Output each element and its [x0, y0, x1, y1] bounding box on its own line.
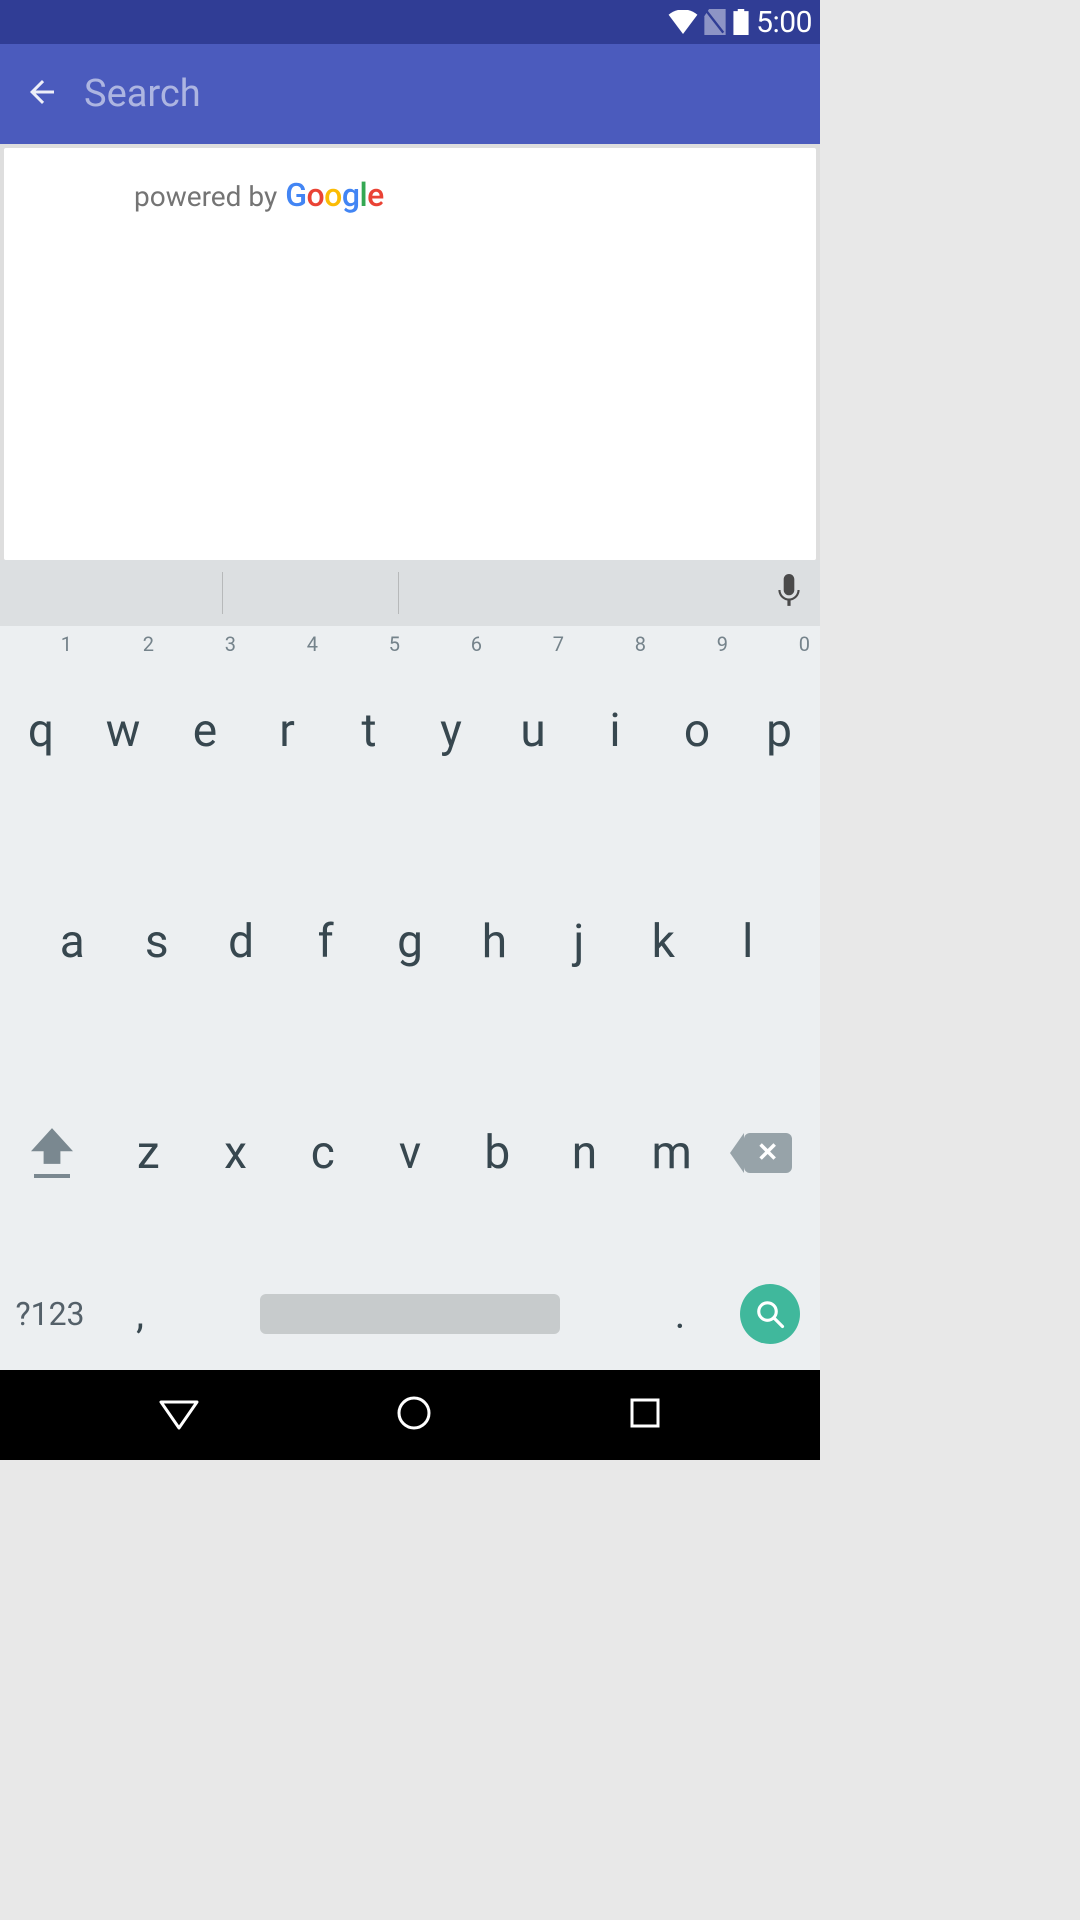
nav-back-icon[interactable]	[159, 1396, 199, 1434]
key-j[interactable]: j	[537, 837, 621, 1048]
key-k[interactable]: k	[621, 837, 705, 1048]
powered-by-label: powered by Google	[134, 176, 384, 214]
nav-recents-icon[interactable]	[629, 1397, 661, 1433]
key-c[interactable]: c	[279, 1047, 366, 1258]
key-z[interactable]: z	[105, 1047, 192, 1258]
search-input[interactable]	[84, 44, 820, 144]
results-card: powered by Google	[4, 148, 816, 560]
suggestion-divider	[398, 572, 399, 614]
key-b[interactable]: b	[454, 1047, 541, 1258]
battery-icon	[732, 9, 750, 35]
shift-key[interactable]	[0, 1047, 105, 1258]
key-s[interactable]: s	[114, 837, 198, 1048]
key-w[interactable]: 2w	[82, 626, 164, 837]
key-d[interactable]: d	[199, 837, 283, 1048]
key-f[interactable]: f	[283, 837, 367, 1048]
system-nav-bar	[0, 1370, 820, 1460]
key-q[interactable]: 1q	[0, 626, 82, 837]
period-key[interactable]: .	[640, 1291, 720, 1338]
app-bar	[0, 44, 820, 144]
spacebar-key[interactable]	[180, 1294, 640, 1334]
search-enter-key[interactable]	[720, 1284, 820, 1344]
shift-icon	[31, 1128, 73, 1164]
key-g[interactable]: g	[368, 837, 452, 1048]
key-row-3: z x c v b n m ✕	[0, 1047, 820, 1258]
search-action-icon	[740, 1284, 800, 1344]
content-area: powered by Google	[0, 144, 820, 560]
key-rows: 1q 2w 3e 4r 5t 6y 7u 8i 9o 0p a s d f g …	[0, 626, 820, 1370]
key-v[interactable]: v	[366, 1047, 453, 1258]
key-row-1: 1q 2w 3e 4r 5t 6y 7u 8i 9o 0p	[0, 626, 820, 837]
comma-key[interactable]: ,	[100, 1291, 180, 1338]
key-e[interactable]: 3e	[164, 626, 246, 837]
powered-by-text: powered by	[134, 180, 277, 213]
caps-underline	[34, 1174, 70, 1178]
key-p[interactable]: 0p	[738, 626, 820, 837]
key-row-4: ?123 , .	[0, 1258, 820, 1370]
key-row-2: a s d f g h j k l	[0, 837, 820, 1048]
symbols-key[interactable]: ?123	[0, 1295, 100, 1333]
google-logo: Google	[285, 176, 384, 214]
back-arrow-icon[interactable]	[24, 74, 60, 114]
key-o[interactable]: 9o	[656, 626, 738, 837]
key-r[interactable]: 4r	[246, 626, 328, 837]
key-u[interactable]: 7u	[492, 626, 574, 837]
status-bar: 5:00	[0, 0, 820, 44]
suggestion-divider	[222, 572, 223, 614]
suggestion-bar	[0, 560, 820, 626]
backspace-icon: ✕	[744, 1133, 792, 1173]
soft-keyboard: 1q 2w 3e 4r 5t 6y 7u 8i 9o 0p a s d f g …	[0, 560, 820, 1370]
microphone-icon[interactable]	[776, 574, 802, 612]
no-sim-icon	[704, 9, 726, 35]
key-x[interactable]: x	[192, 1047, 279, 1258]
key-t[interactable]: 5t	[328, 626, 410, 837]
backspace-key[interactable]: ✕	[715, 1047, 820, 1258]
key-y[interactable]: 6y	[410, 626, 492, 837]
nav-home-icon[interactable]	[396, 1395, 432, 1435]
key-n[interactable]: n	[541, 1047, 628, 1258]
key-h[interactable]: h	[452, 837, 536, 1048]
status-time: 5:00	[756, 5, 812, 40]
key-l[interactable]: l	[706, 837, 790, 1048]
wifi-icon	[668, 10, 698, 34]
key-a[interactable]: a	[30, 837, 114, 1048]
key-i[interactable]: 8i	[574, 626, 656, 837]
key-m[interactable]: m	[628, 1047, 715, 1258]
spacebar-visual	[260, 1294, 560, 1334]
